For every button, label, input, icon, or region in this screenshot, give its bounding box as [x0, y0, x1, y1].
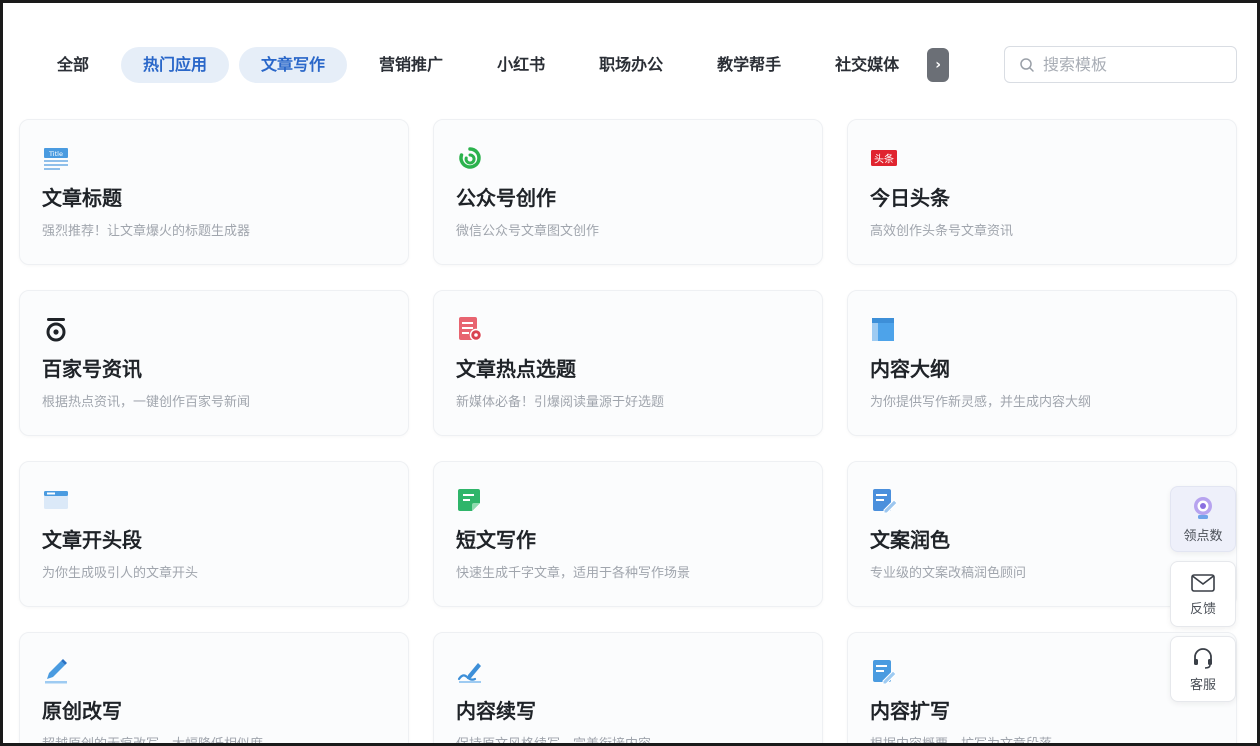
search-input[interactable] — [1043, 55, 1223, 74]
card-title: 文案润色 — [870, 528, 950, 552]
template-card-article-opening[interactable]: 文章开头段 为你生成吸引人的文章开头 — [19, 461, 409, 607]
feedback-button[interactable]: 反馈 — [1170, 561, 1236, 627]
mail-icon — [1191, 573, 1215, 592]
template-card-article-title[interactable]: Title 文章标题 强烈推荐！让文章爆火的标题生成器 — [19, 119, 409, 265]
template-card-toutiao[interactable]: 头条 今日头条 高效创作头条号文章资讯 — [847, 119, 1237, 265]
card-description: 强烈推荐！让文章爆火的标题生成器 — [42, 224, 251, 239]
polish-icon — [873, 489, 898, 514]
customer-service-button[interactable]: 客服 — [1170, 636, 1236, 702]
card-title: 文章热点选题 — [456, 357, 576, 381]
bulb-badge-icon — [1194, 496, 1212, 519]
svg-text:头条: 头条 — [874, 153, 894, 166]
template-card-short-writing[interactable]: 短文写作 快速生成千字文章，适用于各种写作场景 — [433, 461, 823, 607]
tab-all[interactable]: 全部 — [35, 47, 111, 83]
get-points-label: 领点数 — [1183, 528, 1223, 544]
card-description: 保持原文风格续写，完美衔接内容 — [456, 737, 652, 746]
tab-office[interactable]: 职场办公 — [577, 47, 685, 83]
card-title: 公众号创作 — [456, 186, 556, 210]
article-opening-icon — [44, 491, 68, 509]
card-title: 百家号资讯 — [42, 357, 142, 381]
card-description: 根据热点资讯，一键创作百家号新闻 — [42, 395, 251, 410]
feedback-label: 反馈 — [1189, 601, 1216, 617]
short-writing-icon — [458, 489, 480, 511]
card-description: 为你提供写作新灵感，并生成内容大纲 — [870, 395, 1092, 410]
card-title: 文章标题 — [42, 186, 122, 210]
headset-icon — [1194, 647, 1212, 669]
card-title: 文章开头段 — [42, 528, 142, 552]
tab-social-media[interactable]: 社交媒体 — [813, 47, 921, 83]
wechat-official-icon — [459, 147, 481, 169]
tab-article-writing[interactable]: 文章写作 — [239, 47, 348, 83]
template-card-hot-topic[interactable]: 文章热点选题 新媒体必备！引爆阅读量源于好选题 — [433, 290, 823, 436]
hot-topic-doc-icon — [459, 317, 483, 342]
card-title: 短文写作 — [456, 528, 536, 552]
tab-hot-apps[interactable]: 热门应用 — [121, 47, 230, 83]
card-description: 为你生成吸引人的文章开头 — [42, 566, 199, 581]
baijiahao-icon — [46, 318, 66, 342]
category-tabs: 全部 热门应用 文章写作 营销推广 小红书 职场办公 教学帮手 社交媒体 › — [35, 47, 950, 83]
toutiao-icon: 头条 — [871, 150, 897, 166]
outline-icon — [872, 318, 894, 341]
continue-writing-icon — [457, 663, 481, 683]
template-card-baijiahao[interactable]: 百家号资讯 根据热点资讯，一键创作百家号新闻 — [19, 290, 409, 436]
template-card-continue-writing[interactable]: 内容续写 保持原文风格续写，完美衔接内容 — [433, 632, 823, 746]
card-description: 新媒体必备！引爆阅读量源于好选题 — [456, 395, 665, 410]
template-search — [1004, 46, 1237, 83]
card-description: 根据内容概要，扩写为文章段落 — [870, 737, 1053, 746]
tab-xiaohongshu[interactable]: 小红书 — [475, 47, 567, 83]
get-points-button[interactable]: 领点数 — [1170, 486, 1236, 552]
template-card-wechat-creation[interactable]: 公众号创作 微信公众号文章图文创作 — [433, 119, 823, 265]
card-description: 专业级的文案改稿润色顾问 — [870, 566, 1027, 581]
tabs-scroll-right-button[interactable]: › — [927, 48, 950, 82]
card-description: 高效创作头条号文章资讯 — [870, 224, 1014, 239]
tab-teaching[interactable]: 教学帮手 — [695, 47, 803, 83]
card-title: 内容续写 — [456, 699, 536, 723]
pen-rewrite-icon — [45, 659, 67, 684]
title-doc-icon: Title — [44, 148, 68, 170]
card-title: 内容大纲 — [870, 357, 950, 381]
customer-service-label: 客服 — [1189, 677, 1216, 693]
svg-text:Title: Title — [48, 150, 63, 158]
template-card-outline[interactable]: 内容大纲 为你提供写作新灵感，并生成内容大纲 — [847, 290, 1237, 436]
app-frame: 全部 热门应用 文章写作 营销推广 小红书 职场办公 教学帮手 社交媒体 › T… — [0, 0, 1260, 746]
tab-marketing[interactable]: 营销推广 — [357, 47, 465, 83]
template-card-original-rewrite[interactable]: 原创改写 超越原创的无痕改写，大幅降低相似度 — [19, 632, 409, 746]
card-description: 超越原创的无痕改写，大幅降低相似度 — [42, 737, 264, 746]
card-title: 内容扩写 — [870, 699, 950, 723]
card-title: 原创改写 — [42, 699, 122, 723]
card-title: 今日头条 — [870, 186, 950, 210]
card-description: 快速生成千字文章，适用于各种写作场景 — [456, 566, 691, 581]
card-description: 微信公众号文章图文创作 — [456, 224, 600, 239]
expand-writing-icon — [873, 660, 897, 685]
search-icon — [1020, 57, 1034, 72]
